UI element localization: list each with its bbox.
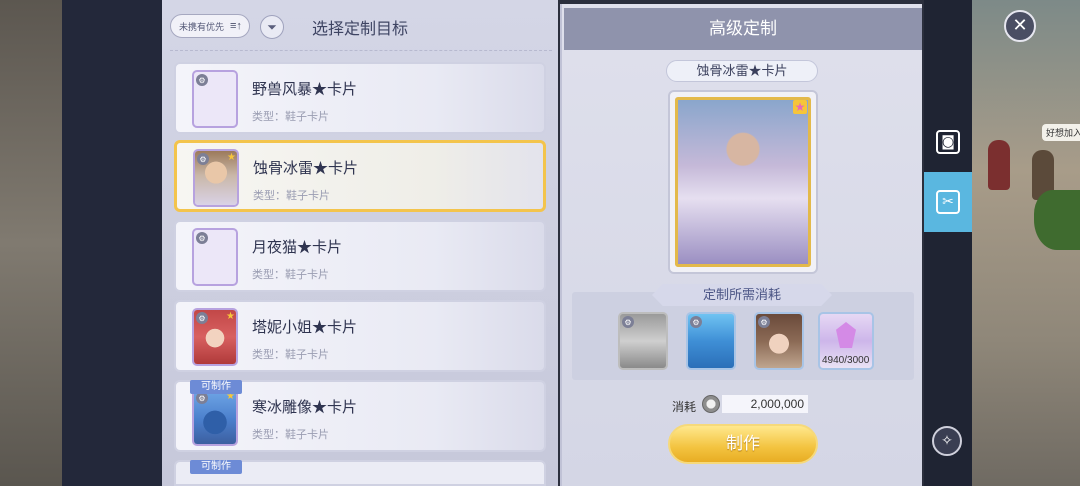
material-grey-hero-card[interactable]: ⚙ — [618, 312, 668, 370]
card-name: 月夜猫★卡片 — [252, 239, 343, 256]
card-thumbnail: ⚙ ★ — [193, 149, 239, 207]
star-icon: ★ — [226, 311, 235, 322]
card-list-panel: 未携有优先 ≡↑ ⏷ 选择定制目标 ⚙ 野兽风暴★卡片 类型：鞋子卡片 ⚙ ★ … — [162, 0, 558, 486]
card-type: 类型：鞋子卡片 — [252, 269, 329, 281]
close-icon: ✕ — [1012, 15, 1028, 36]
divider — [170, 50, 552, 52]
equipment-icon: ⚙ — [196, 74, 208, 86]
background-dark-strip — [62, 0, 162, 486]
tab-card-album[interactable]: ◙ — [924, 112, 972, 172]
priority-sort-button[interactable]: 未携有优先 ≡↑ — [170, 14, 250, 38]
equipment-icon: ⚙ — [690, 316, 702, 328]
crystal-icon — [836, 322, 856, 348]
card-thumbnail: ⚙ ★ — [192, 308, 238, 366]
speech-bubble: 好想加入 — [1042, 124, 1080, 141]
material-crystal-shard[interactable]: 4940/3000 — [818, 312, 874, 370]
side-tab-rail — [924, 0, 972, 486]
equipment-icon: ⚙ — [196, 312, 208, 324]
equipment-icon: ⚙ — [622, 316, 634, 328]
make-button[interactable]: 制作 — [668, 424, 818, 464]
card-row-miss-tani[interactable]: ⚙ ★ 塔妮小姐★卡片 类型：鞋子卡片 — [174, 300, 546, 372]
card-art: ★ — [675, 97, 811, 267]
selected-card-preview[interactable]: ★ — [668, 90, 818, 274]
material-ice-statue-card[interactable]: ⚙ — [686, 312, 736, 370]
card-row-moon-cat[interactable]: ⚙ 月夜猫★卡片 类型：鞋子卡片 — [174, 220, 546, 292]
card-row-wild-storm[interactable]: ⚙ 野兽风暴★卡片 类型：鞋子卡片 — [174, 62, 546, 134]
close-button[interactable]: ✕ — [1004, 10, 1036, 42]
tab-custom-craft[interactable]: ✂ — [924, 172, 972, 232]
craft-hammer-icon: ✂ — [936, 190, 960, 214]
card-thumbnail: ⚙ — [192, 228, 238, 286]
cost-title: 定制所需消耗 — [652, 284, 832, 306]
card-thumbnail: ⚙ ★ — [192, 388, 238, 446]
fee-label: 消耗 — [672, 400, 697, 414]
card-album-icon: ◙ — [936, 130, 960, 154]
priority-sort-label: 未携有优先 — [179, 21, 225, 32]
star-icon: ★ — [227, 152, 236, 163]
filter-button[interactable]: ⏷ — [260, 15, 284, 39]
equipment-icon: ⚙ — [196, 232, 208, 244]
card-name: 野兽风暴★卡片 — [252, 81, 358, 98]
magic-wand-icon: ✧ — [941, 433, 953, 449]
craftable-tag: 可制作 — [190, 460, 242, 474]
filter-icon: ⏷ — [267, 19, 277, 34]
sort-icon: ≡↑ — [230, 20, 242, 32]
material-count: 4940/3000 — [822, 355, 870, 366]
card-name: 蚀骨冰雷★卡片 — [253, 160, 359, 177]
card-type: 类型：鞋子卡片 — [253, 190, 330, 202]
background-scene-right — [972, 0, 1080, 486]
bush — [1034, 190, 1080, 250]
custom-detail-panel: 高级定制 蚀骨冰雷★卡片 ★ 定制所需消耗 ⚙ ⚙ ⚙ 4940/3000 消耗… — [560, 4, 922, 486]
list-title: 选择定制目标 — [312, 21, 409, 38]
equipment-icon: ⚙ — [197, 153, 209, 165]
fee-value: 2,000,000 — [722, 395, 808, 413]
list-topbar: 未携有优先 ≡↑ ⏷ 选择定制目标 — [162, 0, 558, 52]
card-type: 类型：鞋子卡片 — [252, 349, 329, 361]
detail-header: 高级定制 — [564, 8, 922, 50]
card-type: 类型：鞋子卡片 — [252, 429, 329, 441]
npc-figure — [988, 140, 1010, 190]
magic-wand-button[interactable]: ✧ — [932, 426, 962, 456]
star-icon: ★ — [793, 100, 807, 114]
card-row-bone-ice-thunder[interactable]: ⚙ ★ 蚀骨冰雷★卡片 类型：鞋子卡片 — [174, 140, 546, 212]
card-name: 寒冰雕像★卡片 — [252, 399, 358, 416]
selected-card-name: 蚀骨冰雷★卡片 — [666, 60, 818, 82]
zeny-coin-icon — [702, 395, 720, 413]
background-scene-left — [0, 0, 62, 486]
card-type: 类型：鞋子卡片 — [252, 111, 329, 123]
card-name: 塔妮小姐★卡片 — [252, 319, 358, 336]
material-girl-card[interactable]: ⚙ — [754, 312, 804, 370]
craftable-tag: 可制作 — [190, 380, 242, 394]
card-row-ice-statue[interactable]: ⚙ ★ 可制作 寒冰雕像★卡片 类型：鞋子卡片 — [174, 380, 546, 452]
card-row-partial[interactable]: 可制作 — [174, 460, 546, 486]
card-thumbnail: ⚙ — [192, 70, 238, 128]
equipment-icon: ⚙ — [758, 316, 770, 328]
